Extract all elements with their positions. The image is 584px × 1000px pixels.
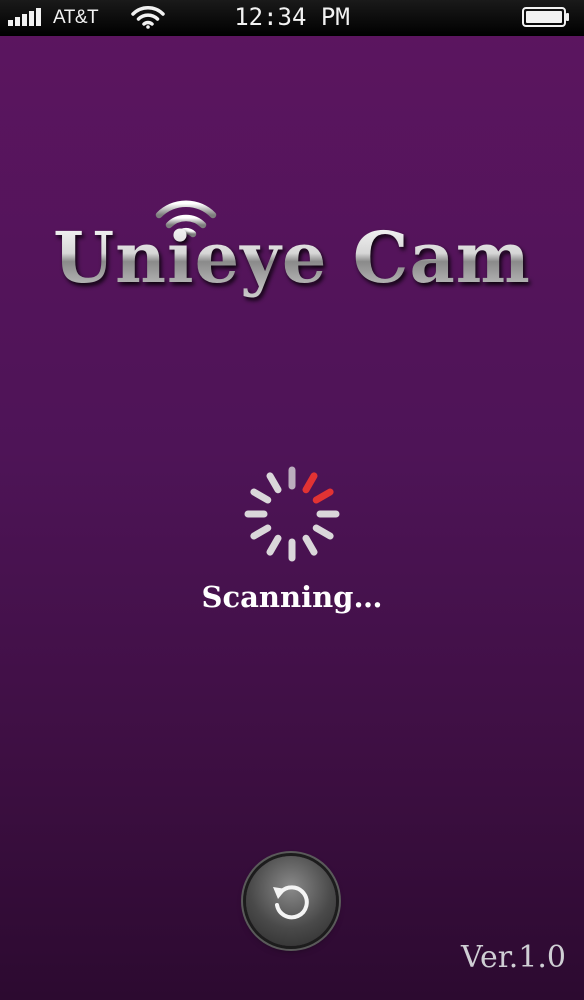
spinner-segment [312,524,334,540]
spinner-segment [302,472,318,494]
app-screen: AT&T 12:34 PM Unieye Cam Scanning… Ver.1… [0,0,584,1000]
scanning-status-text: Scanning… [201,580,383,614]
app-title: Unieye Cam [40,216,544,299]
battery-full-icon [522,7,569,27]
refresh-icon [273,885,309,920]
spinner-segment [250,488,272,504]
refresh-button[interactable] [246,856,336,946]
spinner-segment [266,472,282,494]
status-bar: AT&T 12:34 PM [0,0,584,36]
spinner-segment [250,524,272,540]
spinner-segment [302,534,318,556]
loading-spinner-icon [244,466,340,562]
version-label: Ver.1.0 [461,940,566,975]
status-clock: 12:34 PM [234,3,350,31]
spinner-segment [266,534,282,556]
spinner-segment [312,488,334,504]
app-logo: Unieye Cam [40,198,544,313]
